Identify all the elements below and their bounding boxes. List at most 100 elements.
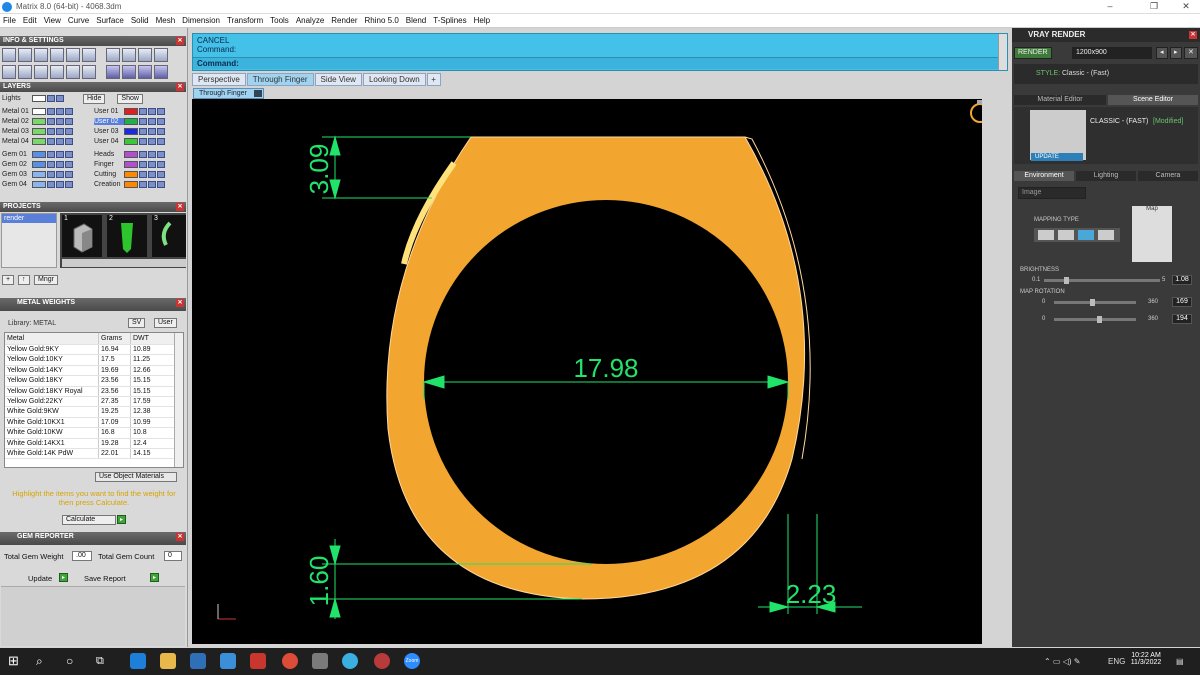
- layer-lock-icon[interactable]: [47, 138, 55, 145]
- layer-color-swatch[interactable]: [124, 161, 138, 168]
- layer-color-swatch[interactable]: [124, 181, 138, 188]
- layer-current-icon[interactable]: [65, 128, 73, 135]
- tool-icon[interactable]: [106, 48, 120, 62]
- layer-row[interactable]: Cutting: [94, 170, 166, 179]
- layer-lock-icon[interactable]: [47, 118, 55, 125]
- project-thumb-3[interactable]: 3: [152, 215, 186, 257]
- menu-edit[interactable]: Edit: [23, 16, 37, 25]
- chrome-icon[interactable]: [282, 653, 298, 669]
- menu-solid[interactable]: Solid: [131, 16, 149, 25]
- layer-color-swatch[interactable]: [124, 171, 138, 178]
- minimize-button[interactable]: –: [1100, 1, 1120, 11]
- app-icon[interactable]: [342, 653, 358, 669]
- layer-current-icon[interactable]: [65, 181, 73, 188]
- layer-visible-icon[interactable]: [148, 118, 156, 125]
- edge-icon[interactable]: [130, 653, 146, 669]
- layer-lock-icon[interactable]: [139, 171, 147, 178]
- menu-dimension[interactable]: Dimension: [182, 16, 220, 25]
- menu-curve[interactable]: Curve: [68, 16, 89, 25]
- tab-material-editor[interactable]: Material Editor: [1014, 95, 1106, 105]
- layer-lock-icon[interactable]: [139, 181, 147, 188]
- brightness-value[interactable]: 1.08: [1172, 275, 1192, 285]
- table-row[interactable]: White Gold:14K PdW 22.01 14.15: [5, 448, 183, 460]
- file-explorer-icon[interactable]: [160, 653, 176, 669]
- layer-current-icon[interactable]: [157, 108, 165, 115]
- layer-visible-icon[interactable]: [56, 161, 64, 168]
- resolution-field[interactable]: 1200x900: [1072, 47, 1152, 59]
- task-view-icon[interactable]: ⧉: [96, 653, 112, 669]
- tool-icon[interactable]: [154, 65, 168, 79]
- close-icon[interactable]: ✕: [176, 37, 184, 45]
- rotation-value-1[interactable]: 169: [1172, 297, 1192, 307]
- close-button[interactable]: ✕: [1176, 1, 1196, 12]
- layer-current-icon[interactable]: [157, 128, 165, 135]
- layer-color-swatch[interactable]: [32, 161, 46, 168]
- layer-visible-icon[interactable]: [148, 151, 156, 158]
- calculate-button[interactable]: Calculate: [62, 515, 116, 525]
- hide-button[interactable]: Hide: [83, 93, 106, 104]
- layer-visible-icon[interactable]: [56, 151, 64, 158]
- layer-row[interactable]: Gem 04: [2, 180, 74, 189]
- menu-help[interactable]: Help: [474, 16, 490, 25]
- tool-icon[interactable]: [34, 65, 48, 79]
- tool-icon[interactable]: [82, 65, 96, 79]
- layer-color-swatch[interactable]: [124, 118, 138, 125]
- layer-visible-icon[interactable]: [56, 128, 64, 135]
- tool-icon[interactable]: [2, 65, 16, 79]
- project-thumb-1[interactable]: 1: [62, 215, 102, 257]
- table-row[interactable]: Yellow Gold:10KY 17.5 11.25: [5, 355, 183, 366]
- app-icon[interactable]: [374, 653, 390, 669]
- layer-color-swatch[interactable]: [32, 118, 46, 125]
- clock[interactable]: 10:22 AM 11/3/2022: [1130, 652, 1162, 666]
- rotation-slider-1[interactable]: [1054, 301, 1136, 304]
- viewport-label[interactable]: Through Finger: [193, 88, 264, 99]
- rotation-knob-1[interactable]: [1090, 299, 1095, 306]
- menu-tools[interactable]: Tools: [270, 16, 289, 25]
- layer-lock-icon[interactable]: [47, 95, 55, 102]
- table-row[interactable]: White Gold:14KX1 19.28 12.4: [5, 438, 183, 449]
- calculate-go-icon[interactable]: ▸: [117, 515, 126, 524]
- thumb-controls[interactable]: [62, 259, 186, 267]
- layer-lock-icon[interactable]: [47, 171, 55, 178]
- zoom-icon[interactable]: Zoom: [404, 653, 420, 669]
- layer-visible-icon[interactable]: [56, 95, 64, 102]
- table-row[interactable]: Yellow Gold:9KY 16.94 10.89: [5, 345, 183, 356]
- layer-row[interactable]: Gem 03: [2, 170, 74, 179]
- layer-lock-icon[interactable]: [47, 128, 55, 135]
- table-row[interactable]: White Gold:9KW 19.25 12.38: [5, 407, 183, 418]
- tray-icons[interactable]: ⌃ ▭ ◁) ✎: [1044, 657, 1080, 666]
- layer-current-icon[interactable]: [157, 171, 165, 178]
- layer-row[interactable]: User 04: [94, 137, 166, 146]
- layer-visible-icon[interactable]: [148, 161, 156, 168]
- close-icon[interactable]: ✕: [176, 83, 184, 91]
- plane-map-icon[interactable]: [1038, 230, 1054, 240]
- projects-list[interactable]: render: [1, 213, 57, 268]
- rotation-slider-2[interactable]: [1054, 318, 1136, 321]
- tool-icon[interactable]: [66, 65, 80, 79]
- layer-lock-icon[interactable]: [139, 118, 147, 125]
- layer-color-swatch[interactable]: [32, 171, 46, 178]
- layer-current-icon[interactable]: [65, 171, 73, 178]
- box-map-icon[interactable]: [1058, 230, 1074, 240]
- windows-start-icon[interactable]: ⊞: [8, 653, 24, 669]
- close-icon[interactable]: ✕: [176, 533, 184, 541]
- menu-render[interactable]: Render: [331, 16, 357, 25]
- layer-color-swatch[interactable]: [32, 95, 46, 102]
- project-add-button[interactable]: +: [2, 275, 15, 285]
- layer-current-icon[interactable]: [65, 138, 73, 145]
- tool-icon[interactable]: [50, 65, 64, 79]
- tab-lighting[interactable]: Lighting: [1076, 171, 1136, 181]
- layer-lock-icon[interactable]: [47, 151, 55, 158]
- layer-color-swatch[interactable]: [124, 128, 138, 135]
- command-scrollbar[interactable]: [998, 34, 1007, 70]
- table-scrollbar[interactable]: [174, 333, 183, 467]
- layer-row[interactable]: Metal 02: [2, 117, 74, 126]
- tool-icon[interactable]: [138, 48, 152, 62]
- layer-visible-icon[interactable]: [56, 118, 64, 125]
- table-row[interactable]: Yellow Gold:14KY 19.69 12.66: [5, 365, 183, 377]
- layer-visible-icon[interactable]: [56, 108, 64, 115]
- layer-row[interactable]: User 02: [94, 117, 166, 126]
- menu-tsplines[interactable]: T-Splines: [433, 16, 466, 25]
- menu-file[interactable]: File: [3, 16, 16, 25]
- layer-color-swatch[interactable]: [32, 108, 46, 115]
